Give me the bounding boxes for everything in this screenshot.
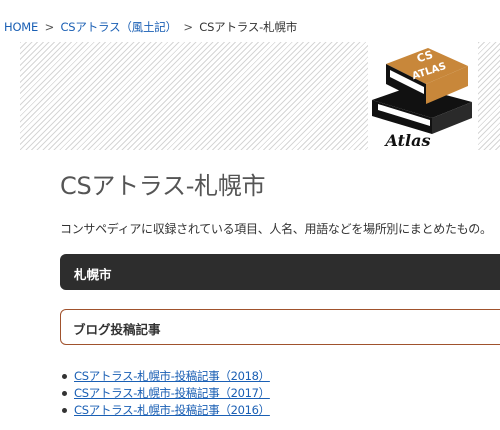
post-link-2017[interactable]: CSアトラス-札幌市-投稿記事（2017）	[74, 386, 270, 400]
breadcrumb-parent-link[interactable]: CSアトラス（風土記）	[60, 20, 177, 34]
logo-caption: Atlas	[384, 131, 431, 150]
list-item: CSアトラス-札幌市-投稿記事（2016）	[60, 402, 270, 419]
page-intro: コンサペディアに収録されている項目、人名、用語などを場所別にまとめたもの。	[60, 222, 492, 236]
bullet-icon	[62, 408, 67, 413]
breadcrumb-current: CSアトラス-札幌市	[199, 20, 297, 34]
bullet-icon	[62, 374, 67, 379]
post-link-2018[interactable]: CSアトラス-札幌市-投稿記事（2018）	[74, 369, 270, 383]
breadcrumb-home-link[interactable]: HOME	[4, 20, 38, 34]
breadcrumb: HOME > CSアトラス（風土記） > CSアトラス-札幌市	[4, 19, 297, 35]
breadcrumb-separator: >	[44, 20, 55, 34]
bullet-icon	[62, 391, 67, 396]
list-item: CSアトラス-札幌市-投稿記事（2017）	[60, 385, 270, 402]
site-logo[interactable]: CS ATLAS Atlas	[368, 42, 478, 150]
book-logo-icon: CS ATLAS Atlas	[372, 48, 472, 150]
post-link-2016[interactable]: CSアトラス-札幌市-投稿記事（2016）	[74, 403, 270, 417]
city-section-heading: 札幌市	[60, 254, 500, 290]
list-item: CSアトラス-札幌市-投稿記事（2018）	[60, 368, 270, 385]
page-title: CSアトラス-札幌市	[60, 172, 266, 200]
breadcrumb-separator: >	[183, 20, 193, 34]
post-list: CSアトラス-札幌市-投稿記事（2018） CSアトラス-札幌市-投稿記事（20…	[60, 368, 270, 419]
city-section-label: 札幌市	[74, 267, 112, 282]
blog-section-heading: ブログ投稿記事	[60, 309, 500, 345]
blog-section-label: ブログ投稿記事	[73, 322, 161, 337]
